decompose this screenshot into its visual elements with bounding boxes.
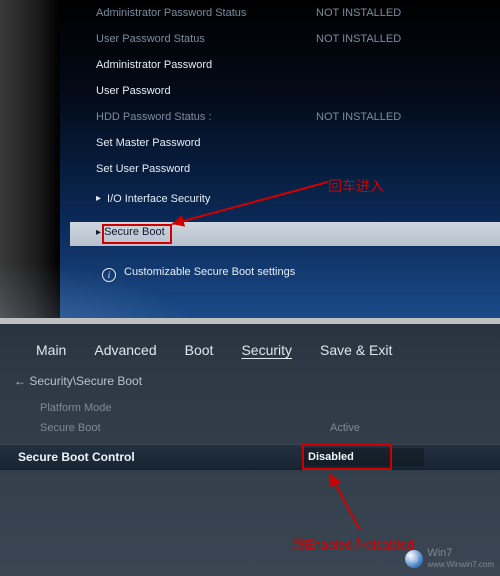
annotation-arrow-icon bbox=[300, 468, 380, 538]
row-user-pw-status: User Password Status NOT INSTALLED bbox=[96, 26, 480, 52]
back-arrow-icon[interactable]: ← bbox=[14, 374, 26, 388]
label: Platform Mode bbox=[40, 402, 112, 414]
label: User Password Status bbox=[96, 26, 316, 52]
chevron-right-icon: ▸ bbox=[96, 186, 101, 212]
row-admin-password[interactable]: Administrator Password bbox=[96, 52, 480, 78]
label: I/O Interface Security bbox=[107, 186, 210, 212]
tab-advanced[interactable]: Advanced bbox=[94, 342, 156, 358]
info-icon: i bbox=[102, 268, 116, 282]
info-text: Customizable Secure Boot settings bbox=[124, 266, 295, 278]
bios-security-screen-bottom: Main Advanced Boot Security Save & Exit … bbox=[0, 324, 500, 576]
row-platform-mode: Platform Mode bbox=[40, 402, 112, 414]
label: Secure Boot bbox=[40, 422, 101, 434]
row-set-user-password[interactable]: Set User Password bbox=[96, 156, 480, 182]
value: Disabled bbox=[308, 451, 354, 463]
chevron-right-icon: ▸ bbox=[96, 227, 101, 238]
value-field[interactable]: Disabled bbox=[304, 448, 424, 466]
label: User Password bbox=[96, 78, 316, 104]
row-admin-pw-status: Administrator Password Status NOT INSTAL… bbox=[96, 0, 480, 26]
row-io-interface-security[interactable]: ▸ I/O Interface Security bbox=[96, 186, 480, 212]
label: Set Master Password bbox=[96, 130, 316, 156]
watermark-url: www.Winwin7.com bbox=[427, 559, 494, 570]
value: NOT INSTALLED bbox=[316, 26, 480, 52]
label: Administrator Password bbox=[96, 52, 316, 78]
value: NOT INSTALLED bbox=[316, 104, 480, 130]
label: Administrator Password Status bbox=[96, 0, 316, 26]
label: Secure Boot Control bbox=[18, 450, 135, 464]
menu-list: Administrator Password Status NOT INSTAL… bbox=[96, 0, 480, 212]
bios-security-screen-top: Administrator Password Status NOT INSTAL… bbox=[0, 0, 500, 318]
label: HDD Password Status : bbox=[96, 104, 316, 130]
breadcrumb: ← Security\Secure Boot bbox=[14, 374, 142, 388]
row-secure-boot-state: Secure Boot Active bbox=[40, 422, 101, 434]
label: Secure Boot bbox=[104, 226, 165, 238]
tab-main[interactable]: Main bbox=[36, 342, 66, 358]
laptop-bezel bbox=[0, 0, 60, 318]
value: NOT INSTALLED bbox=[316, 0, 480, 26]
row-secure-boot-selected[interactable]: ▸ Secure Boot bbox=[70, 222, 500, 246]
watermark: ⊞ Win7 www.Winwin7.com bbox=[405, 548, 494, 570]
row-secure-boot-control[interactable]: Secure Boot Control Disabled bbox=[0, 444, 500, 470]
row-set-master-password[interactable]: Set Master Password bbox=[96, 130, 480, 156]
tab-security[interactable]: Security bbox=[241, 342, 292, 358]
tab-bar: Main Advanced Boot Security Save & Exit bbox=[36, 342, 392, 358]
tab-save-exit[interactable]: Save & Exit bbox=[320, 342, 392, 358]
annotation-text: 改Enabled为disabled bbox=[292, 534, 414, 553]
row-hdd-pw-status: HDD Password Status : NOT INSTALLED bbox=[96, 104, 480, 130]
annotation-text: 回车进入 bbox=[328, 176, 384, 196]
tab-boot[interactable]: Boot bbox=[185, 342, 214, 358]
windows-logo-icon: ⊞ bbox=[405, 550, 423, 568]
watermark-text: Win7 bbox=[427, 548, 494, 559]
row-user-password[interactable]: User Password bbox=[96, 78, 480, 104]
value: Active bbox=[330, 422, 360, 434]
label: Set User Password bbox=[96, 156, 316, 182]
